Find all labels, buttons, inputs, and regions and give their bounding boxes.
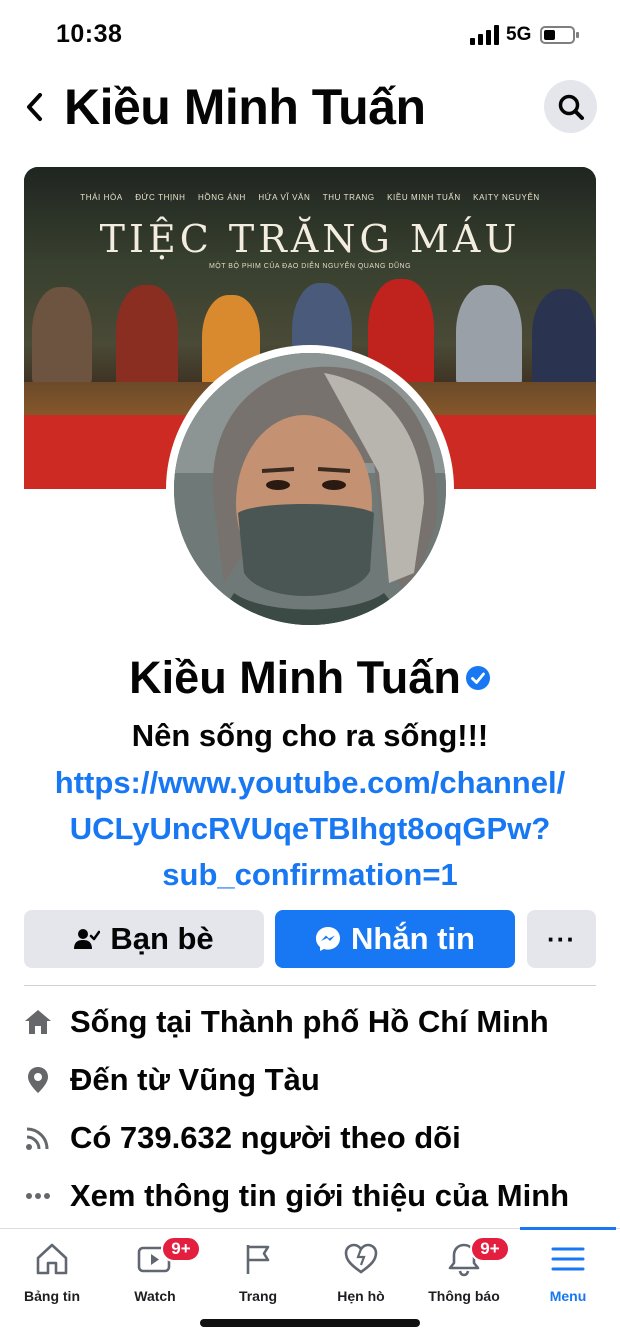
cover-subtitle: MỘT BỘ PHIM CỦA ĐẠO DIỄN NGUYỄN QUANG DŨ… bbox=[208, 263, 412, 270]
cover-person bbox=[532, 289, 596, 389]
nav-label: Trang bbox=[238, 1288, 278, 1304]
profile-link-line[interactable]: sub_confirmation=1 bbox=[30, 852, 590, 898]
avatar-portrait bbox=[174, 353, 446, 625]
info-from-text: Đến từ Vũng Tàu bbox=[70, 1062, 320, 1097]
profile-link[interactable]: https://www.youtube.com/channel/ UCLyUnc… bbox=[30, 760, 590, 898]
network-type: 5G bbox=[506, 24, 532, 45]
friends-button-label: Bạn bè bbox=[110, 921, 214, 956]
profile-name: Kiều Minh Tuấn bbox=[0, 652, 620, 704]
chevron-left-icon bbox=[27, 93, 42, 121]
cover-cast-names: THÁI HÒA ĐỨC THỊNH HỒNG ÁNH HỨA VĨ VĂN T… bbox=[24, 193, 596, 202]
cover-person bbox=[456, 285, 522, 389]
profile-link-line[interactable]: UCLyUncRVUqeTBIhgt8oqGPw? bbox=[30, 806, 590, 852]
profile-avatar[interactable] bbox=[174, 353, 446, 625]
profile-bio: Nên sống cho ra sống!!! bbox=[131, 718, 489, 753]
info-row-from: Đến từ Vũng Tàu bbox=[24, 1057, 604, 1103]
nav-label: Watch bbox=[134, 1288, 176, 1304]
info-see-about-text: Xem thông tin giới thiệu của Minh bbox=[70, 1178, 570, 1213]
messenger-icon bbox=[316, 927, 340, 951]
verified-badge-icon bbox=[465, 666, 490, 691]
home-indicator[interactable] bbox=[200, 1319, 420, 1327]
nav-item-watch[interactable]: 9+ Watch bbox=[103, 1229, 207, 1309]
profile-header: Kiều Minh Tuấn bbox=[0, 72, 620, 142]
nav-item-pages[interactable]: Trang bbox=[206, 1229, 310, 1309]
info-followers-text: Có 739.632 người theo dõi bbox=[70, 1120, 461, 1155]
more-dots-icon: ··· bbox=[547, 923, 576, 954]
notification-badge: 9+ bbox=[470, 1236, 510, 1262]
message-button-label: Nhắn tin bbox=[351, 921, 475, 956]
nav-label: Bảng tin bbox=[24, 1288, 80, 1304]
battery-icon bbox=[540, 26, 579, 44]
message-button[interactable]: Nhắn tin bbox=[275, 910, 515, 968]
info-row-followers[interactable]: Có 739.632 người theo dõi bbox=[24, 1115, 604, 1161]
nav-item-notifications[interactable]: 9+ Thông báo bbox=[412, 1229, 516, 1309]
more-options-button[interactable]: ··· bbox=[527, 910, 596, 968]
cast-name: HỒNG ÁNH bbox=[198, 193, 246, 202]
cast-name: KIỀU MINH TUẤN bbox=[387, 193, 461, 202]
profile-link-line[interactable]: https://www.youtube.com/channel/ bbox=[30, 760, 590, 806]
search-button[interactable] bbox=[544, 80, 597, 133]
info-lives-in-text: Sống tại Thành phố Hồ Chí Minh bbox=[70, 1004, 549, 1039]
cellular-signal-icon bbox=[470, 25, 499, 45]
info-row-see-about[interactable]: Xem thông tin giới thiệu của Minh bbox=[24, 1173, 604, 1219]
info-row-lives-in: Sống tại Thành phố Hồ Chí Minh bbox=[24, 999, 604, 1045]
cast-name: KAITY NGUYỄN bbox=[473, 193, 540, 202]
flag-icon bbox=[246, 1245, 270, 1274]
back-button[interactable] bbox=[16, 84, 52, 130]
status-time: 10:38 bbox=[56, 20, 123, 48]
friends-check-icon bbox=[74, 929, 101, 949]
cover-movie-title: TIỆC TRĂNG MÁU bbox=[99, 217, 521, 261]
friends-button[interactable]: Bạn bè bbox=[24, 910, 264, 968]
cast-name: HỨA VĨ VĂN bbox=[258, 193, 311, 202]
cover-person bbox=[116, 285, 178, 389]
menu-hamburger-icon bbox=[551, 1247, 585, 1271]
nav-item-news-feed[interactable]: Bảng tin bbox=[0, 1229, 104, 1309]
more-dots-icon bbox=[24, 1182, 52, 1210]
header-title: Kiều Minh Tuấn bbox=[64, 79, 426, 135]
nav-label: Thông báo bbox=[428, 1288, 500, 1304]
nav-item-menu[interactable]: Menu bbox=[516, 1229, 620, 1309]
home-icon bbox=[24, 1008, 52, 1036]
nav-label: Hẹn hò bbox=[337, 1288, 385, 1304]
cast-name: THU TRANG bbox=[322, 193, 375, 202]
notification-badge: 9+ bbox=[161, 1236, 201, 1262]
dating-heart-icon bbox=[344, 1243, 378, 1274]
search-icon bbox=[558, 94, 584, 120]
status-bar: 10:38 5G bbox=[0, 0, 620, 62]
nav-label: Menu bbox=[549, 1288, 587, 1304]
divider bbox=[24, 985, 596, 986]
cast-name: ĐỨC THỊNH bbox=[135, 193, 186, 202]
rss-followers-icon bbox=[24, 1124, 52, 1152]
nav-item-dating[interactable]: Hẹn hò bbox=[309, 1229, 413, 1309]
cast-name: THÁI HÒA bbox=[80, 193, 123, 202]
home-icon bbox=[36, 1243, 68, 1275]
location-pin-icon bbox=[24, 1066, 52, 1094]
profile-name-text: Kiều Minh Tuấn bbox=[129, 652, 461, 703]
cover-person bbox=[32, 287, 92, 387]
